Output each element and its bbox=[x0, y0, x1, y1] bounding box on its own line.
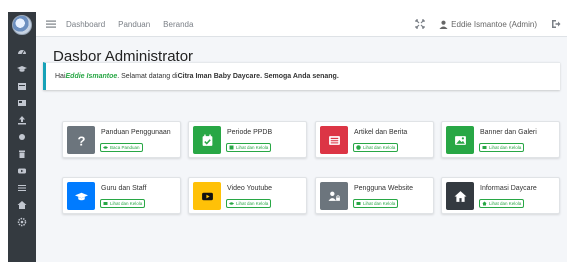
card-title: Video Youtube bbox=[227, 185, 273, 192]
images-icon bbox=[482, 146, 487, 149]
eye-icon bbox=[103, 146, 108, 149]
nav-beranda-link[interactable]: Beranda bbox=[163, 20, 193, 29]
welcome-prefix: Hai bbox=[55, 73, 66, 80]
sidebar bbox=[8, 12, 36, 262]
welcome-middle: . Selamat datang di bbox=[117, 73, 178, 80]
graduation-cap-icon bbox=[74, 192, 88, 200]
upload-icon bbox=[18, 115, 26, 124]
newspaper-icon bbox=[18, 99, 26, 106]
card-link-label: Lihat dan Kelola bbox=[110, 201, 143, 206]
logout-icon[interactable] bbox=[551, 19, 561, 29]
image-icon bbox=[454, 135, 466, 145]
card-link-label: Lihat dan Kelola bbox=[363, 201, 396, 206]
card-link-label: Lihat dan Kelola bbox=[489, 145, 522, 150]
card-link-label: Lihat dan Kelola bbox=[363, 145, 396, 150]
card-icon-box bbox=[193, 182, 221, 210]
sidebar-item-list[interactable] bbox=[8, 179, 36, 196]
card-icon-box bbox=[320, 182, 348, 210]
sidebar-item-upload[interactable] bbox=[8, 111, 36, 128]
nav-dashboard-link[interactable]: Dashboard bbox=[66, 20, 105, 29]
menu-icon[interactable] bbox=[46, 19, 56, 29]
app-window: Dashboard Panduan Beranda Eddie Ismantoe… bbox=[8, 12, 567, 262]
user-name: Eddie Ismantoe (Admin) bbox=[451, 19, 537, 29]
card-title: Banner dan Galeri bbox=[480, 129, 537, 136]
card-panduan: ? Panduan Penggunaan Baca Panduan bbox=[62, 121, 181, 158]
sidebar-item-graduation[interactable] bbox=[8, 60, 36, 77]
welcome-org: Citra Iman Baby Daycare bbox=[177, 73, 261, 80]
card-link-label: Lihat dan Kelola bbox=[236, 145, 269, 150]
card-title: Pengguna Website bbox=[354, 185, 414, 192]
card-link-label: Baca Panduan bbox=[110, 145, 140, 150]
card-artikel: Artikel dan Berita Lihat dan Kelola bbox=[315, 121, 434, 158]
sidebar-item-home[interactable] bbox=[8, 196, 36, 213]
users-icon bbox=[103, 202, 108, 205]
trash-icon bbox=[19, 150, 25, 158]
card-video-youtube: Video Youtube Lihat dan Kelola bbox=[188, 177, 307, 214]
card-link-button[interactable]: Baca Panduan bbox=[100, 143, 143, 152]
card-periode-ppdb: Periode PPDB Lihat dan Kelola bbox=[188, 121, 307, 158]
user-icon bbox=[439, 20, 448, 29]
card-banner: Banner dan Galeri Lihat dan Kelola bbox=[441, 121, 560, 158]
edit-icon bbox=[229, 145, 234, 150]
card-link-button[interactable]: Lihat dan Kelola bbox=[226, 143, 272, 152]
card-title: Informasi Daycare bbox=[480, 185, 537, 192]
welcome-suffix: . Semoga Anda senang. bbox=[260, 73, 339, 80]
eye-icon bbox=[229, 202, 234, 205]
card-link-button[interactable]: Lihat dan Kelola bbox=[353, 199, 399, 208]
svg-text:?: ? bbox=[77, 134, 85, 147]
card-informasi-daycare: Informasi Daycare Lihat dan Kelola bbox=[441, 177, 560, 214]
sidebar-item-youtube[interactable] bbox=[8, 162, 36, 179]
card-icon-box bbox=[193, 126, 221, 154]
card-pengguna-website: Pengguna Website Lihat dan Kelola bbox=[315, 177, 434, 214]
card-title: Guru dan Staff bbox=[101, 185, 147, 192]
list-icon bbox=[18, 184, 26, 191]
card-icon-box: ? bbox=[67, 126, 95, 154]
user-menu[interactable]: Eddie Ismantoe (Admin) bbox=[439, 20, 537, 29]
sidebar-item-calendar[interactable] bbox=[8, 77, 36, 94]
card-title: Panduan Penggunaan bbox=[101, 129, 171, 136]
tachometer-icon bbox=[18, 49, 26, 54]
graduation-cap-icon bbox=[17, 65, 27, 72]
sidebar-item-dashboard[interactable] bbox=[8, 43, 36, 60]
calendar-icon bbox=[18, 82, 26, 90]
nav-panduan-link[interactable]: Panduan bbox=[118, 20, 150, 29]
calendar-check-icon bbox=[202, 134, 212, 146]
youtube-icon bbox=[18, 168, 26, 173]
sidebar-item-settings[interactable] bbox=[8, 213, 36, 230]
card-link-button[interactable]: Lihat dan Kelola bbox=[479, 143, 525, 152]
card-guru-staff: Guru dan Staff Lihat dan Kelola bbox=[62, 177, 181, 214]
sidebar-item-trash[interactable] bbox=[8, 145, 36, 162]
sidebar-item-circle[interactable] bbox=[8, 128, 36, 145]
fullscreen-icon[interactable] bbox=[415, 19, 425, 29]
welcome-callout: Hai Eddie Ismantoe. Selamat datang di Ci… bbox=[43, 62, 560, 90]
users-lock-icon bbox=[328, 191, 340, 201]
users-icon bbox=[356, 202, 361, 205]
card-link-button[interactable]: Lihat dan Kelola bbox=[100, 199, 146, 208]
gear-icon bbox=[17, 217, 27, 226]
card-link-button[interactable]: Lihat dan Kelola bbox=[479, 199, 525, 208]
play-icon bbox=[201, 192, 213, 200]
card-icon-box bbox=[320, 126, 348, 154]
card-title: Periode PPDB bbox=[227, 129, 273, 136]
card-title: Artikel dan Berita bbox=[354, 129, 408, 136]
circle-icon bbox=[19, 133, 25, 140]
home-icon bbox=[454, 190, 466, 202]
card-link-button[interactable]: Lihat dan Kelola bbox=[353, 143, 399, 152]
card-link-label: Lihat dan Kelola bbox=[489, 201, 522, 206]
card-link-label: Lihat dan Kelola bbox=[236, 201, 269, 206]
check-circle-icon bbox=[356, 145, 361, 150]
sidebar-item-newspaper[interactable] bbox=[8, 94, 36, 111]
brand-logo[interactable] bbox=[12, 15, 32, 35]
card-link-button[interactable]: Lihat dan Kelola bbox=[226, 199, 272, 208]
newspaper-icon bbox=[328, 135, 340, 145]
question-icon: ? bbox=[77, 134, 85, 147]
top-navbar: Dashboard Panduan Beranda Eddie Ismantoe… bbox=[36, 12, 567, 37]
home-icon bbox=[482, 201, 487, 206]
card-icon-box bbox=[67, 182, 95, 210]
card-icon-box bbox=[446, 182, 474, 210]
home-icon bbox=[17, 200, 27, 209]
welcome-user-name: Eddie Ismantoe bbox=[65, 73, 118, 80]
card-icon-box bbox=[446, 126, 474, 154]
